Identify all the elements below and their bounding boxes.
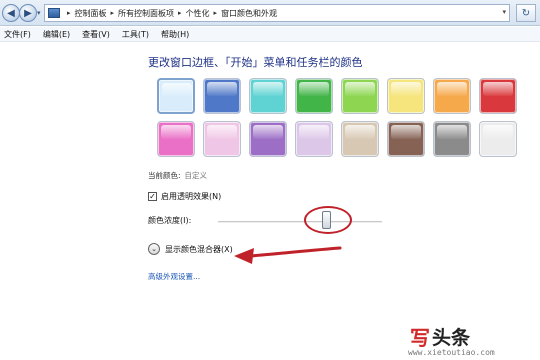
refresh-button[interactable]: ↻ — [516, 4, 536, 22]
back-button[interactable]: ◀ — [2, 4, 20, 22]
menu-bar: 文件(F) 编辑(E) 查看(V) 工具(T) 帮助(H) — [0, 27, 540, 42]
color-mixer-label: 显示颜色混合器(X) — [165, 244, 233, 254]
menu-help[interactable]: 帮助(H) — [161, 29, 189, 40]
transparency-checkbox[interactable]: ✓ — [148, 192, 157, 201]
breadcrumb-separator-icon: ▸ — [67, 9, 71, 17]
color-swatch-leaf[interactable] — [295, 78, 333, 114]
menu-view[interactable]: 查看(V) — [82, 29, 110, 40]
color-swatch-fuchsia[interactable] — [157, 121, 195, 157]
forward-arrow-icon: ▶ — [24, 7, 32, 19]
refresh-icon: ↻ — [521, 7, 531, 19]
advanced-appearance-link[interactable]: 高级外观设置... — [148, 271, 200, 282]
breadcrumb-item[interactable]: ▸ 窗口颜色和外观 — [210, 8, 278, 19]
page-title: 更改窗口边框、「开始」菜单和任务栏的颜色 — [148, 56, 363, 69]
color-swatch-taupe[interactable] — [341, 121, 379, 157]
intensity-label: 颜色浓度(I): — [148, 216, 192, 225]
transparency-option[interactable]: ✓ 启用透明效果(N) — [148, 191, 221, 202]
breadcrumb-separator-icon: ▸ — [213, 9, 218, 17]
breadcrumb-item[interactable]: ▸ 控制面板 — [63, 8, 107, 19]
current-color-value: 自定义 — [184, 171, 208, 180]
menu-tools[interactable]: 工具(T) — [122, 29, 149, 40]
breadcrumb-separator-icon: ▸ — [178, 9, 182, 17]
color-swatch-sky[interactable] — [157, 78, 195, 114]
transparency-label: 启用透明效果(N) — [161, 192, 222, 201]
color-swatch-sea[interactable] — [249, 78, 287, 114]
breadcrumb-item[interactable]: ▸ 个性化 — [174, 8, 210, 19]
address-bar: ◀ ▶ ▾ ▸ 控制面板 ▸ 所有控制面板项 ▸ 个性化 ▸ 窗口颜色和外观 ▾… — [0, 0, 540, 26]
forward-button[interactable]: ▶ — [19, 4, 37, 22]
breadcrumb-item[interactable]: ▸ 所有控制面板项 — [107, 8, 175, 19]
check-icon: ✓ — [149, 191, 156, 201]
annotation-arrow-icon — [234, 246, 342, 264]
color-swatch-violet[interactable] — [249, 121, 287, 157]
color-swatch-lime[interactable] — [341, 78, 379, 114]
control-panel-icon — [48, 8, 60, 18]
watermark-title: 头条 — [432, 327, 471, 349]
color-swatch-twilight[interactable] — [203, 78, 241, 114]
back-arrow-icon: ◀ — [7, 7, 15, 19]
menu-file[interactable]: 文件(F) — [4, 29, 31, 40]
color-swatch-grid — [157, 78, 519, 164]
color-swatch-blush[interactable] — [203, 121, 241, 157]
current-color: 当前颜色: 自定义 — [148, 170, 207, 181]
watermark: 写 头条 www.xietoutiao.com — [408, 322, 538, 358]
color-mixer-toggle[interactable]: ⌄ 显示颜色混合器(X) — [148, 243, 233, 255]
watermark-url: www.xietoutiao.com — [408, 348, 495, 357]
address-dropdown-icon[interactable]: ▾ — [502, 8, 506, 16]
color-swatch-chocolate[interactable] — [387, 121, 425, 157]
current-color-label: 当前颜色: — [148, 171, 181, 180]
color-swatch-lemon[interactable] — [387, 78, 425, 114]
color-swatch-slate[interactable] — [433, 121, 471, 157]
menu-edit[interactable]: 编辑(E) — [43, 29, 70, 40]
breadcrumb-separator-icon: ▸ — [110, 9, 115, 17]
color-swatch-ruby[interactable] — [479, 78, 517, 114]
watermark-logo: 写 — [410, 326, 430, 350]
swatch-row — [157, 78, 519, 114]
breadcrumb[interactable]: ▸ 控制面板 ▸ 所有控制面板项 ▸ 个性化 ▸ 窗口颜色和外观 ▾ — [44, 4, 510, 22]
swatch-row — [157, 121, 519, 157]
color-swatch-lavender[interactable] — [295, 121, 333, 157]
expand-chevron-icon[interactable]: ⌄ — [148, 243, 160, 255]
recent-pages-dropdown-icon[interactable]: ▾ — [37, 9, 41, 17]
color-swatch-frost[interactable] — [479, 121, 517, 157]
intensity-slider-track[interactable] — [218, 221, 382, 223]
color-swatch-pumpkin[interactable] — [433, 78, 471, 114]
highlight-ellipse — [304, 206, 352, 234]
